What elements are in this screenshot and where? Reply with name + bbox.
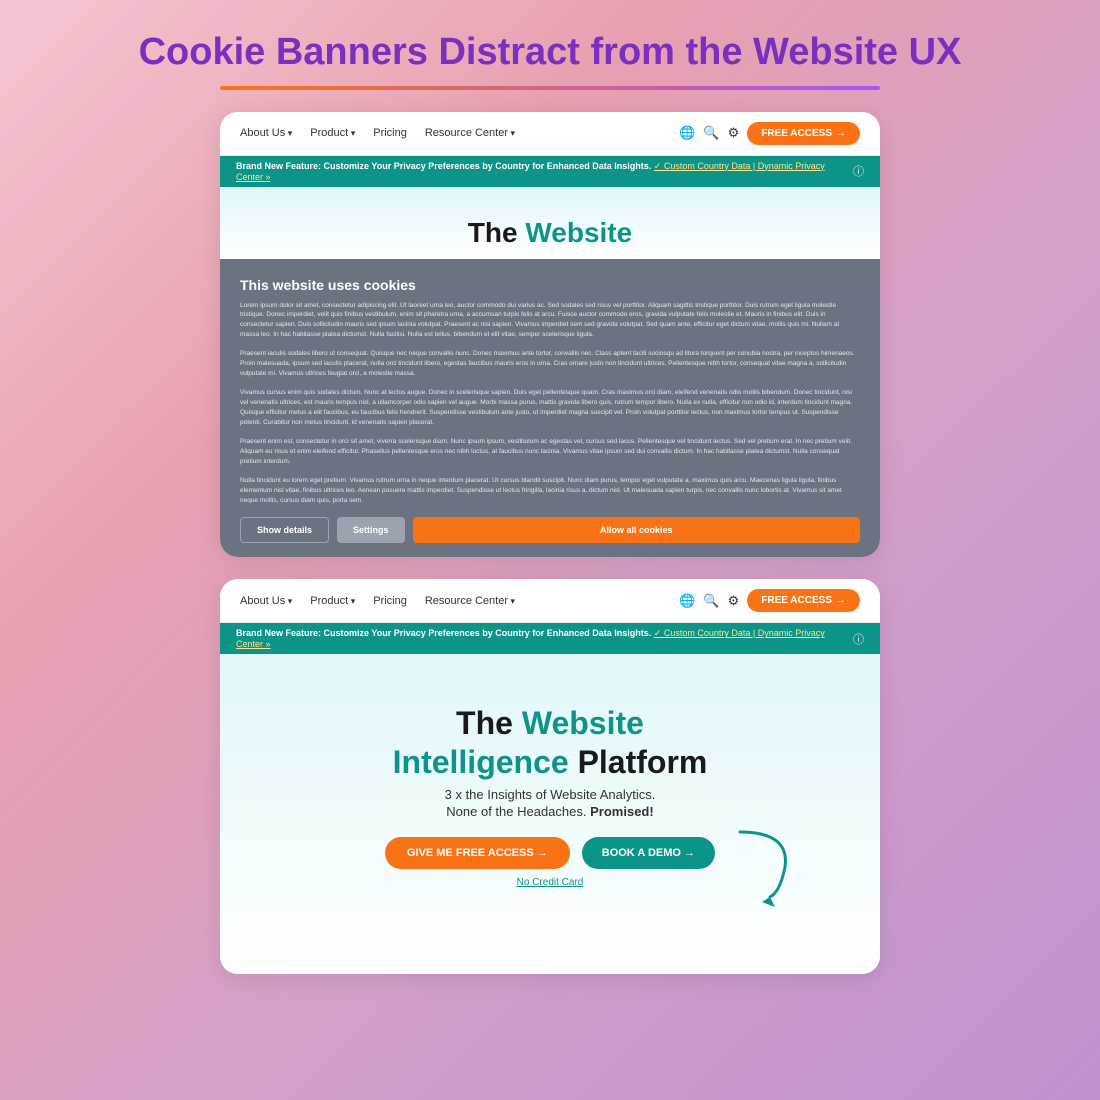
nav-pricing-2[interactable]: Pricing (373, 595, 407, 607)
give-free-access-button[interactable]: GIVE ME FREE ACCESS → (385, 837, 570, 869)
hero-plain-2: The (456, 705, 513, 741)
nav-resource-2[interactable]: Resource Center (425, 595, 515, 607)
hero-subtitle-2: None of the Headaches. Promised! (240, 804, 860, 819)
subtitle-regular: None of the Headaches. (446, 804, 586, 819)
hero-plain: The (468, 217, 518, 248)
cookie-title: This website uses cookies (240, 277, 860, 293)
cookie-body: Lorem ipsum dolor sit amet, consectetur … (240, 301, 860, 506)
free-access-arrow: → (836, 128, 846, 139)
hero-area-top: The Website (220, 187, 880, 259)
teal-banner-text-2: Brand New Feature: Customize Your Privac… (236, 628, 853, 649)
cookie-overlay: This website uses cookies Lorem ipsum do… (220, 259, 880, 558)
book-demo-button[interactable]: BOOK A DEMO → (582, 837, 715, 869)
nav-about[interactable]: About Us (240, 127, 292, 139)
nav-links: About Us Product Pricing Resource Center (240, 127, 515, 139)
navbar-top: About Us Product Pricing Resource Center… (220, 112, 880, 156)
nav-about-2[interactable]: About Us (240, 595, 292, 607)
nav-icons-2: 🌐 🔍 ⚙ (679, 593, 739, 609)
nav-icons: 🌐 🔍 ⚙ (679, 125, 739, 141)
free-access-arrow-2: → (836, 595, 846, 606)
hero-platform: Platform (578, 744, 708, 780)
teal-banner-strong-2: Brand New Feature: Customize Your Privac… (236, 628, 651, 638)
hero-accent-2: Website (522, 705, 644, 741)
settings-icon-2[interactable]: ⚙ (728, 593, 740, 609)
globe-icon[interactable]: 🌐 (679, 125, 695, 141)
settings-icon[interactable]: ⚙ (728, 125, 740, 141)
hero-area-bottom: The Website Intelligence Platform 3 x th… (220, 654, 880, 974)
bottom-card: About Us Product Pricing Resource Center… (220, 579, 880, 974)
hero-accent: Website (525, 217, 632, 248)
nav-links-2: About Us Product Pricing Resource Center (240, 595, 515, 607)
cookie-buttons: Show details Settings Allow all cookies (240, 517, 860, 543)
globe-icon-2[interactable]: 🌐 (679, 593, 695, 609)
search-icon-2[interactable]: 🔍 (703, 593, 719, 609)
free-access-button[interactable]: FREE ACCESS → (747, 122, 860, 145)
hero-title-bottom: The Website Intelligence Platform (240, 704, 860, 781)
nav-product[interactable]: Product (310, 127, 355, 139)
navbar-bottom: About Us Product Pricing Resource Center… (220, 579, 880, 623)
nav-resource[interactable]: Resource Center (425, 127, 515, 139)
settings-button[interactable]: Settings (337, 517, 405, 543)
search-icon[interactable]: 🔍 (703, 125, 719, 141)
nav-product-2[interactable]: Product (310, 595, 355, 607)
arrow-icon (730, 827, 800, 907)
show-details-button[interactable]: Show details (240, 517, 329, 543)
teal-banner-close-icon-2[interactable]: ⓘ (853, 631, 864, 647)
teal-banner-top: Brand New Feature: Customize Your Privac… (220, 156, 880, 187)
top-card: About Us Product Pricing Resource Center… (220, 112, 880, 558)
teal-banner-bottom: Brand New Feature: Customize Your Privac… (220, 623, 880, 654)
hero-title-top: The Website (240, 217, 860, 249)
gradient-bar (220, 86, 880, 90)
free-access-label-2: FREE ACCESS (761, 595, 832, 606)
free-access-label: FREE ACCESS (761, 128, 832, 139)
allow-all-button[interactable]: Allow all cookies (413, 517, 860, 543)
free-access-button-2[interactable]: FREE ACCESS → (747, 589, 860, 612)
nav-pricing[interactable]: Pricing (373, 127, 407, 139)
page-title: Cookie Banners Distract from the Website… (139, 30, 962, 76)
subtitle-bold: Promised! (590, 804, 654, 819)
hero-subtitle-1: 3 x the Insights of Website Analytics. (240, 787, 860, 802)
teal-banner-close-icon[interactable]: ⓘ (853, 163, 864, 179)
teal-banner-text: Brand New Feature: Customize Your Privac… (236, 161, 853, 182)
hero-intelligence: Intelligence (393, 744, 569, 780)
cta-row: GIVE ME FREE ACCESS → BOOK A DEMO → (240, 837, 860, 869)
teal-banner-strong: Brand New Feature: Customize Your Privac… (236, 161, 651, 171)
